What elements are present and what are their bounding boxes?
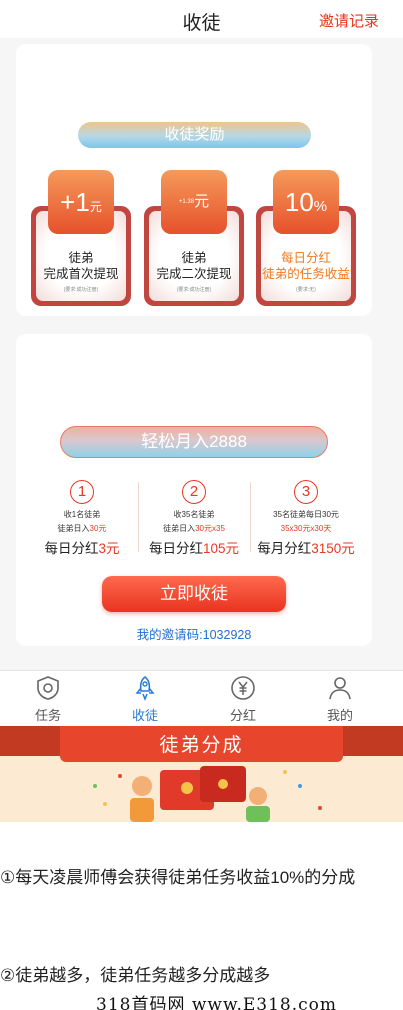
rewards-card: 收徒奖励 +1元 徒弟 完成首次提现 (要求:成功注册) +1.38元 徒弟 完成二… — [16, 44, 372, 316]
reward-item: 10% 每日分红 徒弟的任务收益 (要求:无) — [256, 170, 356, 306]
article-paragraph: ①每天凌晨师傅会获得徒弟任务收益10%的分成 — [0, 868, 356, 887]
reward-value-tab: +1.38元 — [161, 170, 227, 234]
yen-icon — [230, 675, 256, 701]
earn-step: 1 收1名徒弟 徒弟日入30元 每日分红3元 — [26, 480, 138, 558]
earnings-title: 轻松月入2888 — [60, 426, 328, 458]
header: 收徒 邀请记录 — [0, 0, 403, 38]
reward-note: (要求:成功注册) — [63, 287, 99, 293]
invite-now-button[interactable]: 立即收徒 — [102, 576, 286, 612]
tab-mine[interactable]: 我的 — [300, 675, 380, 724]
invite-code[interactable]: 我的邀请码:1032928 — [16, 624, 372, 643]
shield-icon — [35, 675, 61, 701]
reward-note: (要求:成功注册) — [176, 287, 212, 293]
step-number: 2 — [182, 480, 206, 504]
invite-records-link[interactable]: 邀请记录 — [319, 10, 379, 31]
article-paragraph: ②徒弟越多，徒弟任务越多分成越多 — [0, 966, 271, 985]
rocket-icon — [132, 675, 158, 702]
reward-desc: 徒弟 完成首次提现 — [43, 251, 119, 281]
earn-step: 3 35名徒弟每日30元 35x30元x30天 每月分红3150元 — [250, 480, 362, 558]
step-number: 3 — [294, 480, 318, 504]
share-banner: 徒弟分成 — [0, 726, 403, 822]
step-number: 1 — [70, 480, 94, 504]
reward-item: +1元 徒弟 完成首次提现 (要求:成功注册) — [31, 170, 131, 306]
tab-dividend[interactable]: 分红 — [203, 675, 283, 724]
user-icon — [327, 675, 353, 701]
earnings-card: 轻松月入2888 1 收1名徒弟 徒弟日入30元 每日分红3元 2 收35名徒弟… — [16, 334, 372, 646]
article: ①每天凌晨师傅会获得徒弟任务收益10%的分成 ②徒弟越多，徒弟任务越多分成越多 — [0, 822, 403, 1010]
rewards-title: 收徒奖励 — [78, 122, 311, 148]
reward-desc: 徒弟 完成二次提现 — [156, 251, 232, 281]
tab-bar: 任务 收徒 分红 我的 — [0, 670, 403, 724]
tab-tasks[interactable]: 任务 — [8, 675, 88, 724]
earn-step: 2 收35名徒弟 徒弟日入30元x35 每日分红105元 — [138, 480, 250, 558]
tab-disciples[interactable]: 收徒 — [105, 675, 185, 724]
top-area: 收徒 邀请记录 收徒奖励 +1元 徒弟 完成首次提现 (要求:成功注册) +1.3… — [0, 0, 403, 670]
reward-item: +1.38元 徒弟 完成二次提现 (要求:成功注册) — [144, 170, 244, 306]
watermark: 318首码网 www.E318.com — [96, 995, 338, 1010]
reward-desc: 每日分红 徒弟的任务收益 — [262, 251, 350, 281]
reward-note: (要求:无) — [296, 287, 316, 293]
celebration-illustration — [93, 766, 322, 822]
reward-value-tab: 10% — [273, 170, 339, 234]
reward-value-tab: +1元 — [48, 170, 114, 234]
